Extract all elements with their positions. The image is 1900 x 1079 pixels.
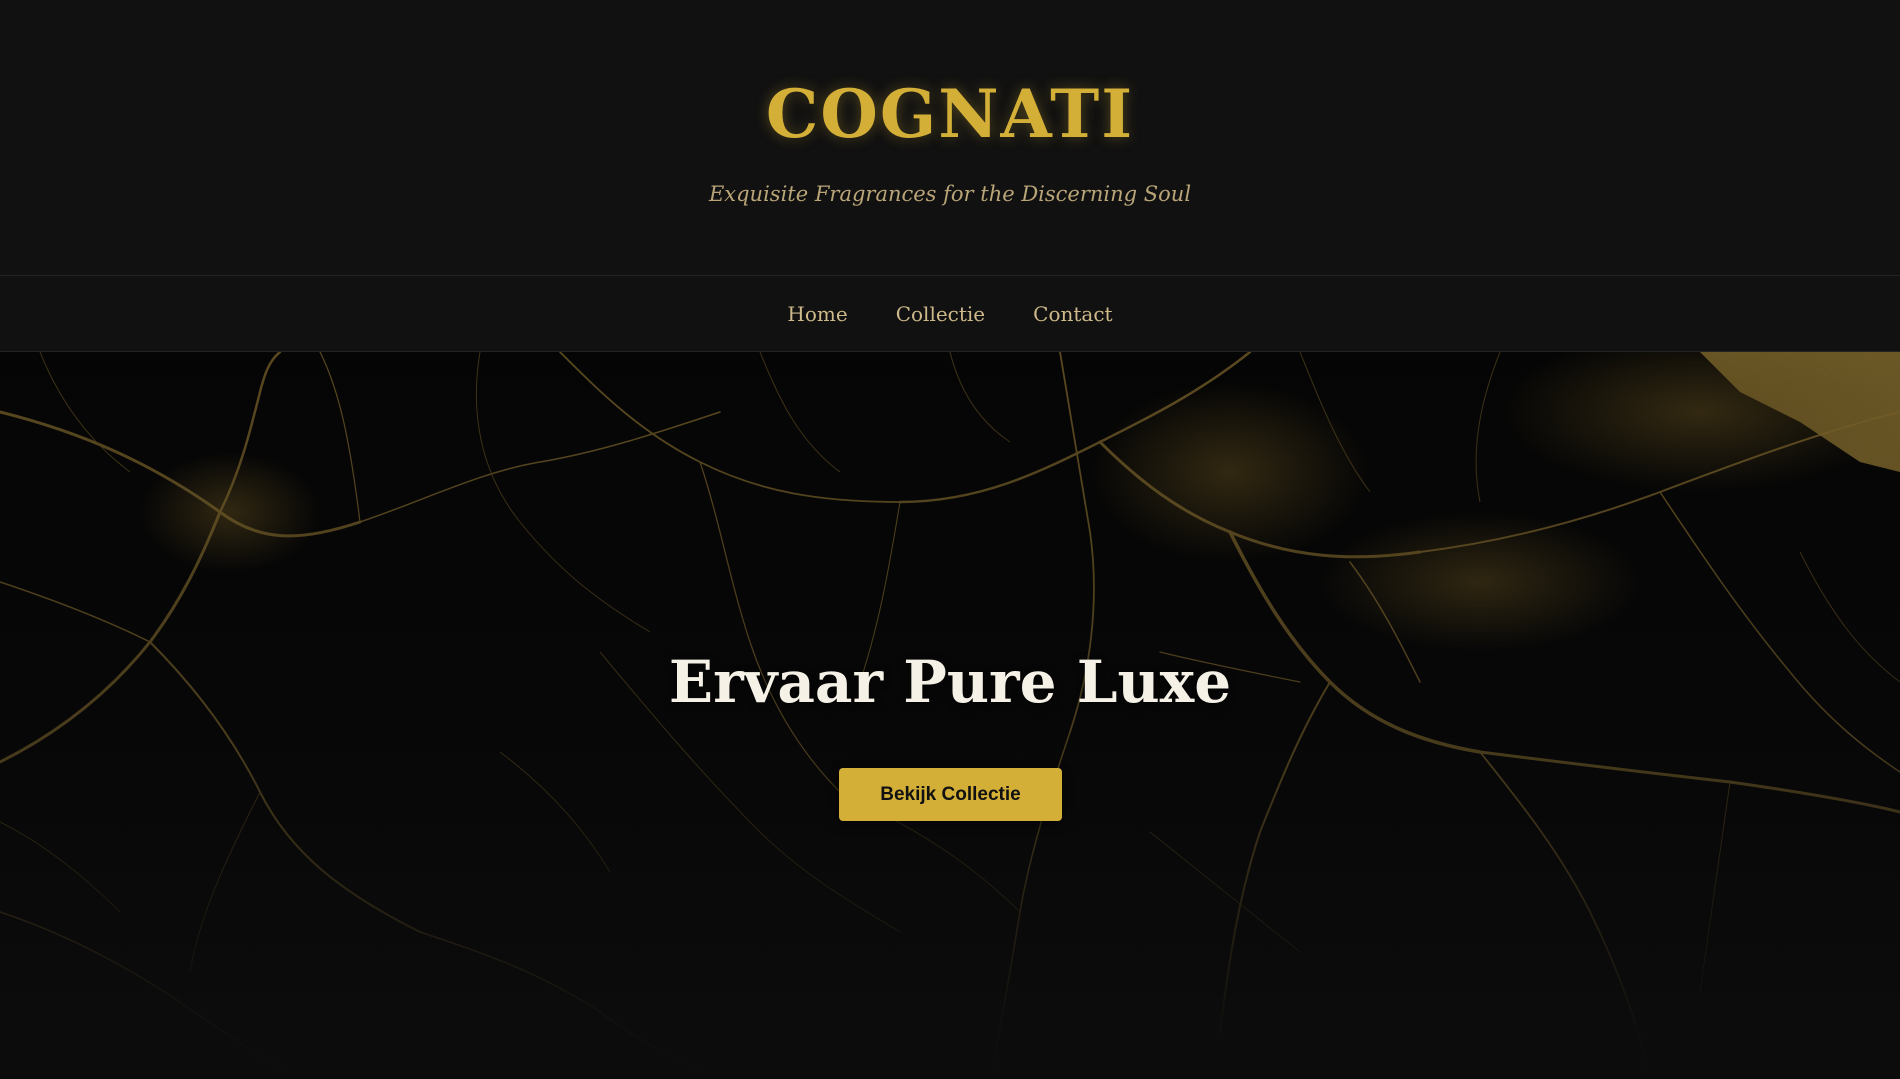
main-nav: Home Collectie Contact: [0, 275, 1900, 352]
brand-tagline: Exquisite Fragrances for the Discerning …: [708, 182, 1192, 206]
site-header: COGNATI Exquisite Fragrances for the Dis…: [0, 0, 1900, 275]
hero-section: Ervaar Pure Luxe Bekijk Collectie: [0, 352, 1900, 1079]
hero-title: Ervaar Pure Luxe: [668, 648, 1232, 716]
nav-link-collectie[interactable]: Collectie: [896, 302, 985, 326]
brand-logo[interactable]: COGNATI: [0, 72, 1900, 156]
nav-link-home[interactable]: Home: [787, 302, 847, 326]
view-collection-button[interactable]: Bekijk Collectie: [839, 768, 1062, 821]
nav-link-contact[interactable]: Contact: [1033, 302, 1112, 326]
